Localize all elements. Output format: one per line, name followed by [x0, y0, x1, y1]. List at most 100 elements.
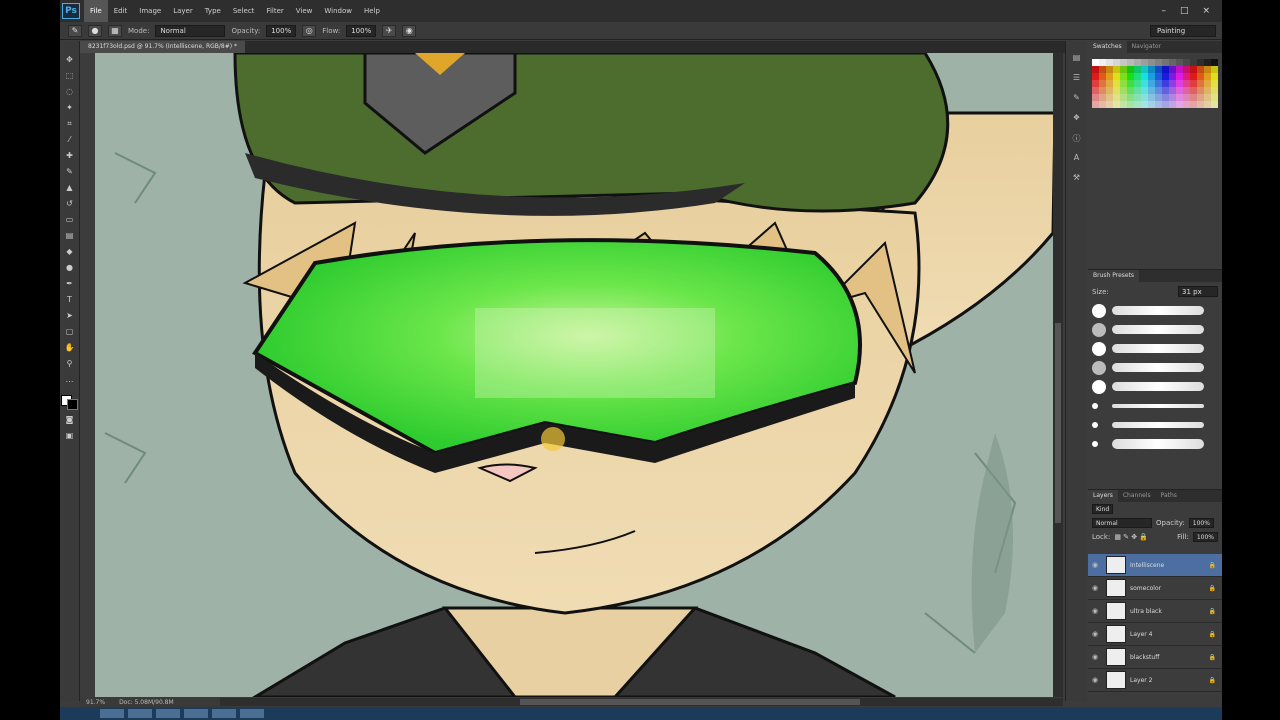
color-swatch[interactable] [1204, 66, 1211, 73]
color-swatch[interactable] [1162, 66, 1169, 73]
color-swatch[interactable] [1120, 101, 1127, 108]
color-swatch[interactable] [1162, 80, 1169, 87]
brush-preset-3[interactable] [1088, 339, 1222, 358]
brush-preset-4[interactable] [1088, 358, 1222, 377]
screen-mode-icon[interactable]: ▣ [63, 429, 77, 442]
color-swatch[interactable] [1155, 101, 1162, 108]
color-swatch[interactable] [1127, 87, 1134, 94]
more-tools-icon[interactable]: … [63, 373, 77, 386]
taskbar-item[interactable] [212, 709, 236, 718]
color-swatch[interactable] [1092, 59, 1099, 66]
layer-row[interactable]: ◉ Layer 2 🔒 [1088, 669, 1222, 692]
minimize-button[interactable]: – [1161, 6, 1166, 16]
visibility-eye-icon[interactable]: ◉ [1092, 584, 1102, 592]
color-swatch[interactable] [1197, 73, 1204, 80]
color-swatch[interactable] [1134, 101, 1141, 108]
color-swatch[interactable] [1127, 73, 1134, 80]
menu-select[interactable]: Select [227, 0, 261, 22]
color-swatch[interactable] [1113, 80, 1120, 87]
color-swatch[interactable] [1197, 66, 1204, 73]
color-swatch[interactable] [1134, 66, 1141, 73]
color-swatch[interactable] [1127, 101, 1134, 108]
visibility-eye-icon[interactable]: ◉ [1092, 676, 1102, 684]
color-swatch[interactable] [1127, 80, 1134, 87]
vertical-scrollbar[interactable] [1053, 53, 1063, 697]
color-swatch[interactable] [1211, 94, 1218, 101]
brush-preset-8[interactable] [1088, 434, 1222, 453]
workspace-select[interactable]: Painting [1150, 24, 1216, 37]
color-swatch[interactable] [1169, 94, 1176, 101]
color-swatch[interactable] [1204, 59, 1211, 66]
taskbar-item[interactable] [184, 709, 208, 718]
brush-icon[interactable]: ✎ [1070, 93, 1084, 105]
path-select-tool-icon[interactable]: ➤ [63, 309, 77, 322]
horizontal-scrollbar[interactable] [220, 698, 1063, 706]
color-swatch[interactable] [1099, 101, 1106, 108]
brush-preset-7[interactable] [1088, 415, 1222, 434]
close-button[interactable]: × [1202, 6, 1210, 16]
brush-preset-1[interactable] [1088, 301, 1222, 320]
color-swatch[interactable] [1190, 73, 1197, 80]
layer-kind-filter[interactable]: Kind [1092, 504, 1114, 514]
menu-view[interactable]: View [290, 0, 319, 22]
history-brush-tool-icon[interactable]: ↺ [63, 197, 77, 210]
color-swatch[interactable] [1148, 94, 1155, 101]
color-swatch[interactable] [1113, 66, 1120, 73]
layer-row[interactable]: ◉ blackstuff 🔒 [1088, 646, 1222, 669]
color-swatch[interactable] [1155, 94, 1162, 101]
brush-preset-5[interactable] [1088, 377, 1222, 396]
character-icon[interactable]: A [1070, 153, 1084, 165]
color-swatch[interactable] [1197, 87, 1204, 94]
color-swatch[interactable] [1148, 87, 1155, 94]
color-swatch[interactable] [1211, 87, 1218, 94]
move-tool-icon[interactable]: ✥ [63, 53, 77, 66]
color-swatch[interactable] [1176, 73, 1183, 80]
blur-tool-icon[interactable]: ◆ [63, 245, 77, 258]
color-swatch[interactable] [1211, 73, 1218, 80]
color-swatch[interactable] [1183, 87, 1190, 94]
color-swatch[interactable] [1092, 101, 1099, 108]
hand-tool-icon[interactable]: ✋ [63, 341, 77, 354]
menu-file[interactable]: File [84, 0, 108, 22]
brush-panel-toggle-icon[interactable]: ▦ [108, 24, 122, 37]
shape-tool-icon[interactable]: ▢ [63, 325, 77, 338]
swatch-grid[interactable] [1092, 59, 1218, 108]
color-swatch[interactable] [1162, 87, 1169, 94]
color-swatch[interactable] [1176, 80, 1183, 87]
background-color[interactable] [67, 399, 78, 410]
color-swatch[interactable] [1197, 94, 1204, 101]
tab-swatches[interactable]: Swatches [1088, 41, 1127, 53]
tool-presets-icon[interactable]: ⚒ [1070, 173, 1084, 185]
color-swatch[interactable] [1148, 101, 1155, 108]
pressure-opacity-icon[interactable]: ◎ [302, 24, 317, 37]
brush-tool-icon[interactable]: ✎ [63, 165, 77, 178]
color-swatch[interactable] [1176, 59, 1183, 66]
color-swatch[interactable] [1211, 101, 1218, 108]
color-swatch[interactable] [1162, 101, 1169, 108]
menu-type[interactable]: Type [199, 0, 227, 22]
color-swatch[interactable] [1169, 73, 1176, 80]
lock-icons[interactable]: ▦ ✎ ✥ 🔒 [1114, 533, 1148, 541]
color-swatch[interactable] [1169, 101, 1176, 108]
color-swatch[interactable] [1099, 87, 1106, 94]
marquee-tool-icon[interactable]: ⬚ [63, 69, 77, 82]
color-swatch[interactable] [1183, 73, 1190, 80]
color-swatch[interactable] [1141, 101, 1148, 108]
menu-window[interactable]: Window [318, 0, 358, 22]
brush-tool-icon[interactable]: ✎ [68, 24, 82, 37]
color-swatch[interactable] [1197, 80, 1204, 87]
color-swatch[interactable] [1169, 80, 1176, 87]
color-swatch[interactable] [1099, 94, 1106, 101]
color-swatch[interactable] [1099, 59, 1106, 66]
layer-row[interactable]: ◉ ultra black 🔒 [1088, 600, 1222, 623]
color-swatch[interactable] [1204, 73, 1211, 80]
color-swatch[interactable] [1204, 101, 1211, 108]
color-swatch[interactable] [1106, 94, 1113, 101]
color-swatch[interactable] [1148, 59, 1155, 66]
zoom-level[interactable]: 91.7% [86, 699, 105, 706]
color-swatch[interactable] [1162, 59, 1169, 66]
color-swatch[interactable] [1141, 80, 1148, 87]
stamp-tool-icon[interactable]: ▲ [63, 181, 77, 194]
color-swatch[interactable] [1162, 73, 1169, 80]
tab-navigator[interactable]: Navigator [1127, 41, 1166, 53]
